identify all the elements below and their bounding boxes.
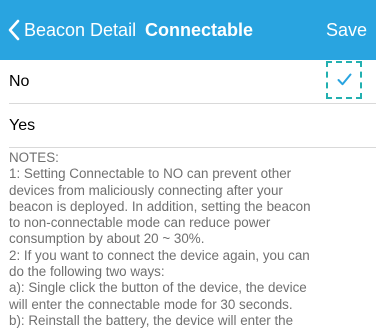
notes-line: to non-connectable mode can reduce power — [9, 215, 271, 231]
notes-line: devices from maliciously connecting afte… — [9, 182, 283, 198]
option-yes[interactable]: Yes — [0, 104, 376, 148]
page-title: Connectable — [145, 20, 254, 40]
notes-line: 1: Setting Connectable to NO can prevent… — [9, 166, 292, 182]
notes-line: NOTES: — [9, 150, 59, 165]
chevron-left-icon — [8, 19, 20, 41]
notes-line: beacon is deployed. In addition, setting… — [9, 198, 311, 214]
navigation-bar: Beacon Detail Connectable Save — [0, 0, 376, 60]
row-divider — [9, 147, 376, 148]
back-button[interactable]: Beacon Detail — [8, 18, 136, 42]
selected-checkmark-box[interactable] — [326, 61, 362, 99]
notes-line: will enter the connectable mode for 30 s… — [9, 296, 293, 312]
notes-line: b): Reinstall the battery, the device wi… — [9, 312, 294, 328]
notes-line: 2: If you want to connect the device aga… — [9, 247, 310, 263]
save-button[interactable]: Save — [326, 18, 367, 42]
notes-line: a): Single click the button of the devic… — [9, 280, 307, 296]
notes-line: do the following two ways: — [9, 264, 165, 280]
option-yes-label: Yes — [9, 117, 36, 134]
option-no[interactable]: No — [0, 60, 376, 104]
back-button-label: Beacon Detail — [24, 20, 137, 40]
notes-line: consumption by about 20 ~ 30%. — [9, 231, 205, 247]
checkmark-icon — [337, 73, 352, 86]
option-no-label: No — [9, 73, 30, 90]
notes-text: NOTES: 1: Setting Connectable to NO can … — [9, 150, 369, 329]
